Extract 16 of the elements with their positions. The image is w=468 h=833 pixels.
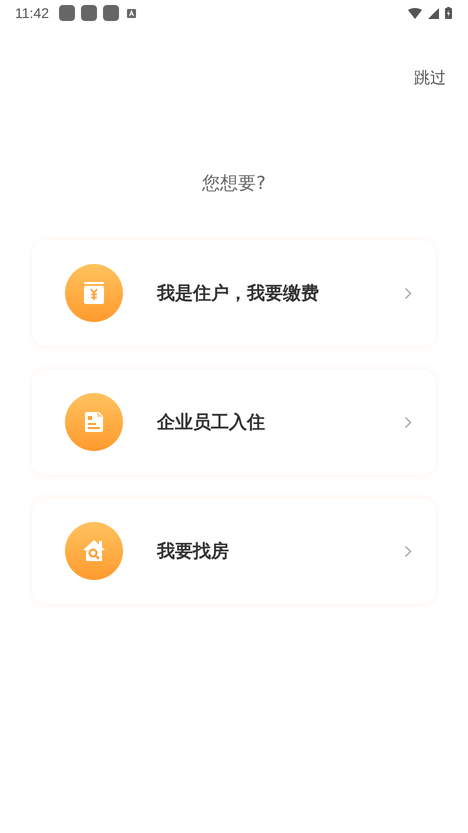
chevron-right-icon <box>404 416 412 428</box>
notification-icon <box>103 5 119 21</box>
option-card[interactable]: 我是住户，我要缴费 <box>32 240 436 346</box>
notification-icon <box>81 5 97 21</box>
wifi-icon <box>408 8 422 18</box>
option-card[interactable]: 我要找房 <box>32 498 436 604</box>
signal-icon <box>428 8 439 18</box>
keyboard-icon <box>127 8 136 18</box>
notification-icon <box>59 5 75 21</box>
chevron-right-icon <box>404 544 412 558</box>
status-time: 11:42 <box>15 5 49 21</box>
skip-button[interactable]: 跳过 <box>414 68 446 89</box>
option-card[interactable]: 企业员工入住 <box>32 369 436 475</box>
chevron-right-icon <box>404 286 412 300</box>
question-title: 您想要? <box>201 172 267 195</box>
battery-icon <box>445 7 452 19</box>
